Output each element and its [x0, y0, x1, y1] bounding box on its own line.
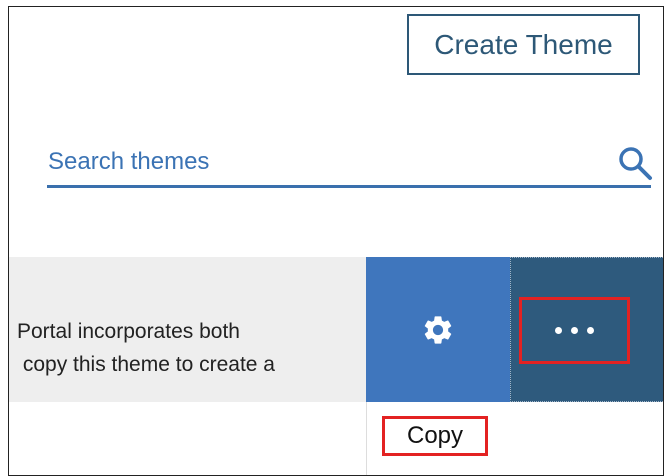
gear-icon: [424, 315, 452, 344]
search-icon[interactable]: [617, 145, 653, 181]
theme-list-item: Portal incorporates both copy this theme…: [9, 257, 663, 402]
search-underline: [47, 185, 651, 188]
search-bar: [47, 141, 653, 189]
theme-settings-button[interactable]: [366, 257, 510, 402]
create-theme-button[interactable]: Create Theme: [407, 14, 640, 75]
theme-more-button[interactable]: [510, 257, 663, 402]
more-horizontal-icon: [555, 327, 594, 334]
search-input[interactable]: [47, 141, 608, 183]
more-button-highlight: [519, 297, 630, 364]
copy-menu-item[interactable]: Copy: [382, 416, 488, 456]
theme-panel: Create Theme Portal incorporates both co…: [8, 6, 664, 476]
theme-description: Portal incorporates both copy this theme…: [17, 320, 275, 376]
theme-actions-menu: Copy: [366, 402, 663, 475]
